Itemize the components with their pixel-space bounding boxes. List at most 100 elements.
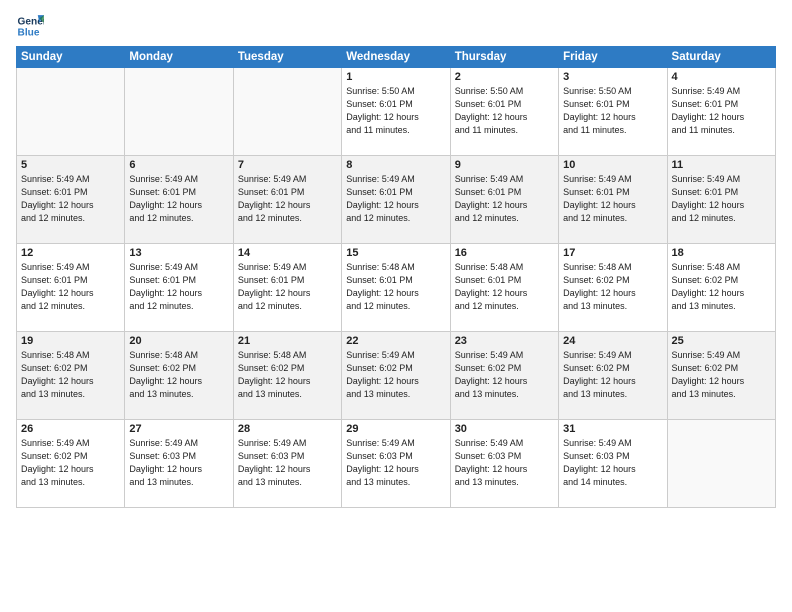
calendar-cell: 29 Sunrise: 5:49 AMSunset: 6:03 PMDayligh… [342,420,450,508]
day-info: Sunrise: 5:50 AMSunset: 6:01 PMDaylight:… [563,85,662,137]
calendar-week-1: 1 Sunrise: 5:50 AMSunset: 6:01 PMDaylight… [17,68,776,156]
calendar-cell [233,68,341,156]
day-info: Sunrise: 5:49 AMSunset: 6:02 PMDaylight:… [563,349,662,401]
calendar-header-tuesday: Tuesday [233,47,341,68]
calendar-cell: 26 Sunrise: 5:49 AMSunset: 6:02 PMDayligh… [17,420,125,508]
calendar-week-5: 26 Sunrise: 5:49 AMSunset: 6:02 PMDayligh… [17,420,776,508]
calendar-cell: 17 Sunrise: 5:48 AMSunset: 6:02 PMDayligh… [559,244,667,332]
day-info: Sunrise: 5:49 AMSunset: 6:02 PMDaylight:… [672,349,771,401]
calendar-cell: 7Sunrise: 5:49 AMSunset: 6:01 PMDaylight… [233,156,341,244]
calendar-cell: 27 Sunrise: 5:49 AMSunset: 6:03 PMDayligh… [125,420,233,508]
day-number: 30 [455,423,554,435]
calendar-cell [17,68,125,156]
calendar-cell: 22 Sunrise: 5:49 AMSunset: 6:02 PMDayligh… [342,332,450,420]
day-number: 26 [21,423,120,435]
calendar-header-thursday: Thursday [450,47,558,68]
day-number: 1 [346,71,445,83]
calendar-cell: 31 Sunrise: 5:49 AMSunset: 6:03 PMDayligh… [559,420,667,508]
day-number: 4 [672,71,771,83]
day-number: 24 [563,335,662,347]
calendar-cell [125,68,233,156]
day-number: 6 [129,159,228,171]
calendar-header-monday: Monday [125,47,233,68]
calendar-header-row: SundayMondayTuesdayWednesdayThursdayFrid… [17,47,776,68]
calendar-cell: 23Sunrise: 5:49 AMSunset: 6:02 PMDayligh… [450,332,558,420]
day-info: Sunrise: 5:48 AMSunset: 6:01 PMDaylight:… [346,261,445,313]
calendar-cell: 15 Sunrise: 5:48 AMSunset: 6:01 PMDayligh… [342,244,450,332]
calendar-cell: 5 Sunrise: 5:49 AMSunset: 6:01 PMDaylight… [17,156,125,244]
day-number: 16 [455,247,554,259]
day-number: 3 [563,71,662,83]
day-info: Sunrise: 5:49 AMSunset: 6:03 PMDaylight:… [346,437,445,489]
calendar-cell: 6Sunrise: 5:49 AMSunset: 6:01 PMDaylight… [125,156,233,244]
day-number: 31 [563,423,662,435]
day-number: 10 [563,159,662,171]
day-number: 20 [129,335,228,347]
day-info: Sunrise: 5:49 AMSunset: 6:01 PMDaylight:… [672,173,771,225]
calendar-cell: 19Sunrise: 5:48 AMSunset: 6:02 PMDayligh… [17,332,125,420]
day-info: Sunrise: 5:48 AMSunset: 6:01 PMDaylight:… [455,261,554,313]
header: General Blue [16,12,776,40]
calendar-cell: 16 Sunrise: 5:48 AMSunset: 6:01 PMDayligh… [450,244,558,332]
day-info: Sunrise: 5:49 AMSunset: 6:03 PMDaylight:… [455,437,554,489]
calendar-cell: 1 Sunrise: 5:50 AMSunset: 6:01 PMDaylight… [342,68,450,156]
day-info: Sunrise: 5:48 AMSunset: 6:02 PMDaylight:… [129,349,228,401]
calendar-cell: 11 Sunrise: 5:49 AMSunset: 6:01 PMDayligh… [667,156,775,244]
calendar-cell: 20 Sunrise: 5:48 AMSunset: 6:02 PMDayligh… [125,332,233,420]
day-info: Sunrise: 5:48 AMSunset: 6:02 PMDaylight:… [238,349,337,401]
day-info: Sunrise: 5:49 AMSunset: 6:01 PMDaylight:… [238,173,337,225]
day-number: 2 [455,71,554,83]
day-number: 29 [346,423,445,435]
day-number: 9 [455,159,554,171]
day-info: Sunrise: 5:49 AMSunset: 6:03 PMDaylight:… [238,437,337,489]
day-number: 5 [21,159,120,171]
day-number: 14 [238,247,337,259]
day-info: Sunrise: 5:49 AMSunset: 6:02 PMDaylight:… [21,437,120,489]
calendar-cell: 8 Sunrise: 5:49 AMSunset: 6:01 PMDaylight… [342,156,450,244]
day-number: 23 [455,335,554,347]
day-number: 17 [563,247,662,259]
calendar-cell: 25 Sunrise: 5:49 AMSunset: 6:02 PMDayligh… [667,332,775,420]
calendar-cell: 4 Sunrise: 5:49 AMSunset: 6:01 PMDaylight… [667,68,775,156]
calendar-cell: 10 Sunrise: 5:49 AMSunset: 6:01 PMDayligh… [559,156,667,244]
day-number: 11 [672,159,771,171]
calendar-cell: 21Sunrise: 5:48 AMSunset: 6:02 PMDayligh… [233,332,341,420]
svg-text:Blue: Blue [18,27,40,38]
day-info: Sunrise: 5:48 AMSunset: 6:02 PMDaylight:… [672,261,771,313]
calendar-header-friday: Friday [559,47,667,68]
calendar-week-2: 5 Sunrise: 5:49 AMSunset: 6:01 PMDaylight… [17,156,776,244]
calendar-cell: 18 Sunrise: 5:48 AMSunset: 6:02 PMDayligh… [667,244,775,332]
calendar-cell: 13 Sunrise: 5:49 AMSunset: 6:01 PMDayligh… [125,244,233,332]
day-info: Sunrise: 5:50 AMSunset: 6:01 PMDaylight:… [455,85,554,137]
logo-icon: General Blue [16,12,44,40]
day-info: Sunrise: 5:50 AMSunset: 6:01 PMDaylight:… [346,85,445,137]
day-number: 8 [346,159,445,171]
calendar-cell: 3 Sunrise: 5:50 AMSunset: 6:01 PMDaylight… [559,68,667,156]
day-info: Sunrise: 5:49 AMSunset: 6:01 PMDaylight:… [129,261,228,313]
calendar-week-4: 19Sunrise: 5:48 AMSunset: 6:02 PMDayligh… [17,332,776,420]
day-number: 13 [129,247,228,259]
day-info: Sunrise: 5:49 AMSunset: 6:01 PMDaylight:… [455,173,554,225]
day-info: Sunrise: 5:49 AMSunset: 6:01 PMDaylight:… [21,261,120,313]
day-number: 28 [238,423,337,435]
day-info: Sunrise: 5:49 AMSunset: 6:01 PMDaylight:… [346,173,445,225]
day-number: 15 [346,247,445,259]
day-info: Sunrise: 5:49 AMSunset: 6:02 PMDaylight:… [346,349,445,401]
day-info: Sunrise: 5:49 AMSunset: 6:01 PMDaylight:… [672,85,771,137]
day-number: 18 [672,247,771,259]
calendar-cell: 30 Sunrise: 5:49 AMSunset: 6:03 PMDayligh… [450,420,558,508]
day-info: Sunrise: 5:49 AMSunset: 6:01 PMDaylight:… [563,173,662,225]
day-number: 22 [346,335,445,347]
calendar-cell: 12Sunrise: 5:49 AMSunset: 6:01 PMDayligh… [17,244,125,332]
day-info: Sunrise: 5:48 AMSunset: 6:02 PMDaylight:… [563,261,662,313]
calendar: SundayMondayTuesdayWednesdayThursdayFrid… [16,46,776,508]
day-info: Sunrise: 5:49 AMSunset: 6:01 PMDaylight:… [21,173,120,225]
day-info: Sunrise: 5:48 AMSunset: 6:02 PMDaylight:… [21,349,120,401]
day-info: Sunrise: 5:49 AMSunset: 6:03 PMDaylight:… [129,437,228,489]
day-info: Sunrise: 5:49 AMSunset: 6:03 PMDaylight:… [563,437,662,489]
page: General Blue SundayMondayTuesdayWednesda… [0,0,792,612]
calendar-header-sunday: Sunday [17,47,125,68]
calendar-cell: 28 Sunrise: 5:49 AMSunset: 6:03 PMDayligh… [233,420,341,508]
day-number: 27 [129,423,228,435]
day-number: 25 [672,335,771,347]
